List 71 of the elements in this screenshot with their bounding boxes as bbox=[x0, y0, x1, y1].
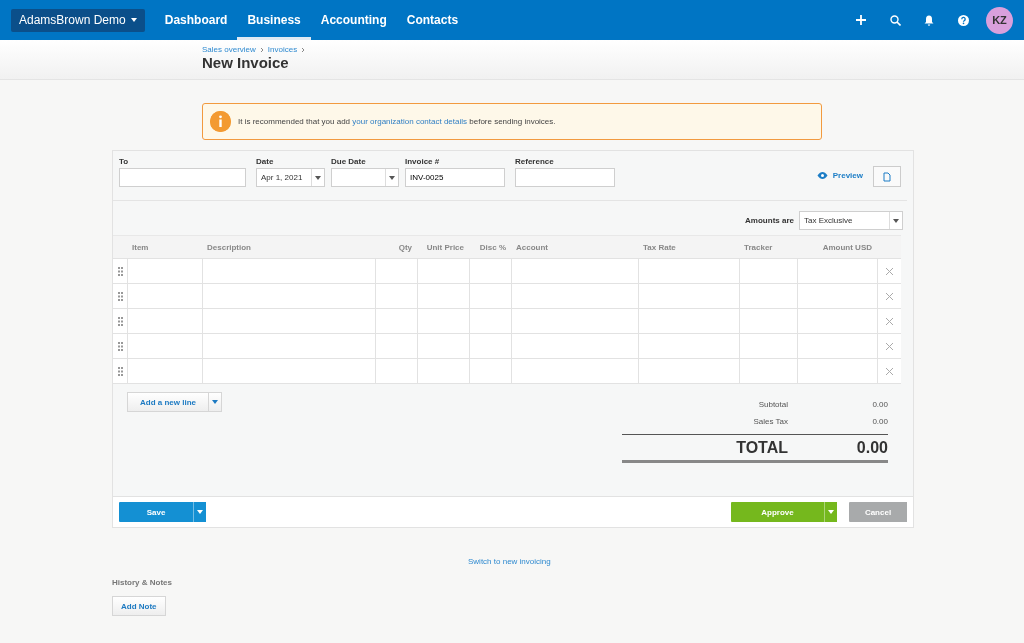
document-icon bbox=[883, 171, 891, 182]
caret-icon bbox=[893, 218, 899, 223]
organization-menu[interactable]: AdamsBrown Demo bbox=[11, 8, 145, 32]
total-label: Sales Tax bbox=[752, 417, 788, 426]
close-icon bbox=[886, 342, 893, 350]
page-title: New Invoice bbox=[202, 54, 290, 71]
total-value: 0.00 bbox=[871, 400, 888, 409]
add-line-button[interactable]: Add a new line bbox=[127, 392, 208, 412]
close-icon bbox=[886, 267, 893, 275]
column-header: Unit Price bbox=[425, 241, 465, 254]
cancel-button[interactable]: Cancel bbox=[849, 502, 907, 522]
info-icon bbox=[210, 111, 231, 132]
date-dropdown[interactable]: Apr 1, 2021 bbox=[256, 168, 325, 187]
caret-icon bbox=[315, 175, 321, 180]
section-title: History & Notes bbox=[112, 578, 173, 587]
column-header: Disc % bbox=[478, 241, 507, 254]
column-header: Tax Rate bbox=[642, 241, 677, 254]
reference-input[interactable] bbox=[515, 168, 615, 187]
grand-total-value: 0.00 bbox=[855, 439, 888, 457]
caret-icon bbox=[197, 510, 203, 514]
column-header: Tracker bbox=[743, 241, 774, 254]
nav-tab[interactable]: Contacts bbox=[396, 0, 469, 40]
chevron-icon bbox=[301, 46, 306, 53]
breadcrumb-link[interactable]: Invoices bbox=[267, 45, 298, 54]
field-label: Invoice # bbox=[405, 157, 441, 166]
column-header: Account bbox=[515, 241, 549, 254]
field-label: Date bbox=[256, 157, 275, 166]
close-icon bbox=[886, 367, 893, 375]
column-header: Qty bbox=[397, 241, 413, 254]
to-input[interactable] bbox=[119, 168, 246, 187]
chevron-icon bbox=[259, 46, 264, 53]
breadcrumb-link[interactable]: Sales overview bbox=[202, 45, 256, 54]
drag-handle-icon[interactable] bbox=[117, 341, 123, 351]
copy-button[interactable] bbox=[873, 166, 901, 187]
save-menu-button[interactable] bbox=[193, 502, 206, 522]
eye-icon bbox=[816, 172, 828, 179]
caret-icon bbox=[212, 400, 218, 404]
switch-invoicing-link[interactable]: Switch to new invoicing bbox=[468, 557, 551, 566]
due-date-dropdown[interactable] bbox=[331, 168, 399, 187]
drag-handle-icon[interactable] bbox=[117, 291, 123, 301]
drag-handle-icon[interactable] bbox=[117, 366, 123, 376]
drag-handle-icon[interactable] bbox=[117, 316, 123, 326]
add-line-menu-button[interactable] bbox=[208, 392, 222, 412]
total-label: Subtotal bbox=[757, 400, 788, 409]
column-header: Description bbox=[206, 241, 252, 254]
approve-menu-button[interactable] bbox=[824, 502, 837, 522]
close-icon bbox=[886, 292, 893, 300]
grand-total-label: TOTAL bbox=[735, 439, 788, 457]
column-header: Amount USD bbox=[821, 241, 873, 254]
nav-tab[interactable]: Accounting bbox=[310, 0, 397, 40]
add-note-button[interactable]: Add Note bbox=[112, 596, 166, 616]
drag-handle-icon[interactable] bbox=[117, 266, 123, 276]
close-icon bbox=[886, 317, 893, 325]
caret-icon bbox=[130, 18, 137, 22]
nav-tab[interactable]: Dashboard bbox=[154, 0, 238, 40]
field-label: To bbox=[119, 157, 130, 166]
caret-icon bbox=[828, 510, 834, 514]
contact-details-link[interactable]: your organization contact details bbox=[352, 117, 468, 126]
approve-button[interactable]: Approve bbox=[731, 502, 824, 522]
field-label: Amounts are bbox=[745, 216, 794, 225]
field-label: Reference bbox=[515, 157, 555, 166]
caret-icon bbox=[389, 175, 395, 180]
total-value: 0.00 bbox=[871, 417, 888, 426]
invoice-number-input[interactable]: INV-0025 bbox=[405, 168, 505, 187]
field-label: Due Date bbox=[331, 157, 367, 166]
warning-message: It is recommended that you add your organization contact details before sending invoices. bbox=[238, 117, 556, 126]
column-header: Item bbox=[131, 241, 150, 254]
preview-link[interactable]: Preview bbox=[816, 171, 863, 180]
save-button[interactable]: Save bbox=[119, 502, 193, 522]
user-avatar[interactable]: KZ bbox=[986, 6, 1013, 34]
tax-mode-dropdown[interactable]: Tax Exclusive bbox=[799, 211, 903, 230]
